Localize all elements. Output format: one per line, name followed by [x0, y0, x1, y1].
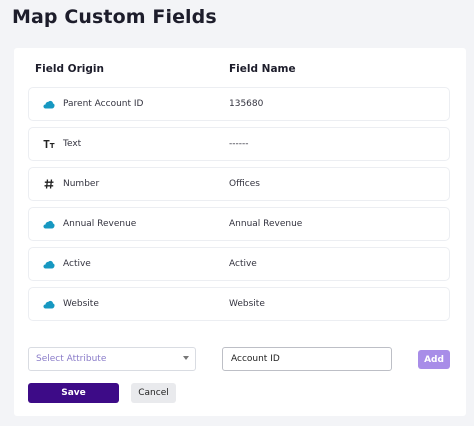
salesforce-cloud-icon	[43, 98, 55, 110]
field-row-parent-account-id: Parent Account ID 135680	[28, 87, 450, 121]
field-origin-label: Annual Revenue	[63, 219, 137, 229]
field-row-active: Active Active	[28, 247, 450, 281]
save-button[interactable]: Save	[28, 383, 119, 403]
field-row-text: Text ------	[28, 127, 450, 161]
field-origin-cell: Text	[29, 128, 229, 160]
field-origin-label: Text	[63, 139, 82, 149]
field-row-website: Website Website	[28, 287, 450, 321]
cancel-button[interactable]: Cancel	[131, 383, 176, 403]
field-origin-label: Parent Account ID	[63, 99, 144, 109]
chevron-down-icon	[183, 356, 189, 360]
field-origin-label: Number	[63, 179, 100, 189]
field-name-value: Offices	[229, 179, 260, 189]
field-origin-cell: Website	[29, 288, 229, 320]
select-attribute-dropdown[interactable]: Select Attribute	[28, 347, 196, 371]
field-row-annual-revenue: Annual Revenue Annual Revenue	[28, 207, 450, 241]
add-button[interactable]: Add	[418, 350, 450, 369]
select-attribute-placeholder: Select Attribute	[36, 354, 107, 364]
salesforce-cloud-icon	[43, 218, 55, 230]
field-name-value: Website	[229, 299, 265, 309]
field-name-value: Annual Revenue	[229, 219, 303, 229]
field-origin-cell: Number	[29, 168, 229, 200]
hash-number-icon	[43, 178, 55, 190]
salesforce-cloud-icon	[43, 258, 55, 270]
field-name-input[interactable]	[222, 347, 392, 371]
page-title: Map Custom Fields	[12, 6, 217, 28]
field-origin-cell: Annual Revenue	[29, 208, 229, 240]
column-header-field-origin: Field Origin	[35, 63, 104, 75]
field-origin-cell: Active	[29, 248, 229, 280]
field-name-value: 135680	[229, 99, 264, 109]
field-origin-cell: Parent Account ID	[29, 88, 229, 120]
column-header-field-name: Field Name	[229, 63, 296, 75]
field-origin-label: Website	[63, 299, 99, 309]
field-name-value: ------	[229, 139, 249, 149]
field-name-value: Active	[229, 259, 257, 269]
field-row-number: Number Offices	[28, 167, 450, 201]
salesforce-cloud-icon	[43, 298, 55, 310]
text-type-icon	[43, 138, 55, 150]
field-origin-label: Active	[63, 259, 91, 269]
